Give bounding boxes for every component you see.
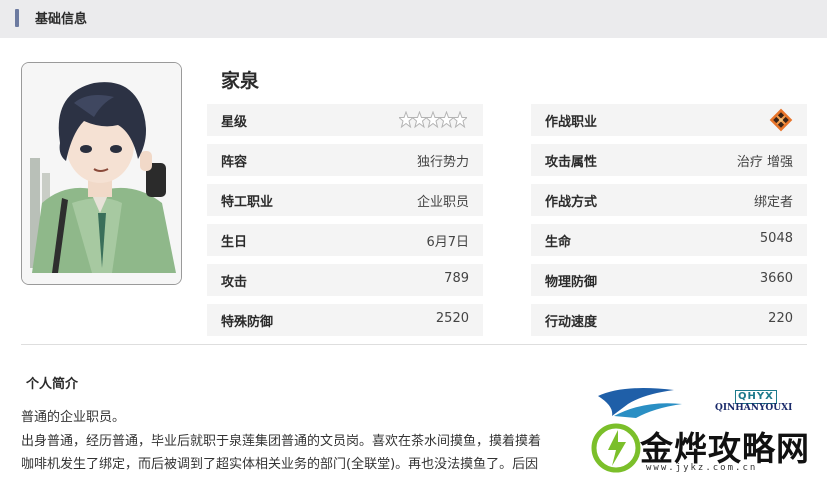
stat-label: 作战职业 — [545, 115, 598, 130]
intro-line: 出身普通，经历普通，毕业后就职于泉莲集团普通的文员岗。喜欢在茶水间摸鱼，摸着摸着 — [21, 434, 542, 449]
stat-label: 特殊防御 — [221, 315, 274, 330]
stat-row-attack: 攻击 789 — [207, 264, 483, 296]
stat-value: 绑定者 — [753, 195, 793, 210]
section-accent-bar — [15, 9, 19, 27]
stat-label: 物理防御 — [545, 275, 598, 290]
character-name: 家泉 — [221, 70, 260, 92]
stat-value: 3660 — [759, 271, 793, 286]
stat-value: 6月7日 — [426, 235, 469, 250]
character-portrait — [21, 62, 182, 285]
stat-row-attack-attribute: 攻击属性 治疗 增强 — [531, 144, 807, 176]
stat-label: 攻击属性 — [545, 155, 598, 170]
watermark-sub-text: QINHANYOUXI — [715, 403, 793, 413]
intro-line: 普通的企业职员。 — [21, 410, 126, 425]
stat-value: 220 — [768, 311, 793, 326]
star-rating-icon — [399, 111, 467, 129]
stat-label: 生日 — [221, 235, 248, 250]
stat-value: 5048 — [759, 231, 793, 246]
stat-row-star: 星级 — [207, 104, 483, 136]
stat-label: 特工职业 — [221, 195, 274, 210]
stat-label: 作战方式 — [545, 195, 598, 210]
stat-value: 独行势力 — [416, 155, 469, 170]
stat-label: 星级 — [221, 115, 248, 130]
stat-row-speed: 行动速度 220 — [531, 304, 807, 336]
stat-row-combat-role: 作战职业 — [531, 104, 807, 136]
stat-row-birthday: 生日 6月7日 — [207, 224, 483, 256]
combat-role-icon — [769, 108, 793, 132]
stat-row-agent-class: 特工职业 企业职员 — [207, 184, 483, 216]
section-divider — [21, 344, 807, 345]
intro-title: 个人简介 — [26, 377, 79, 392]
stat-label: 阵容 — [221, 155, 248, 170]
stat-label: 攻击 — [221, 275, 248, 290]
stat-value: 企业职员 — [416, 195, 469, 210]
stat-row-faction: 阵容 独行势力 — [207, 144, 483, 176]
stat-value: 治疗 增强 — [736, 155, 793, 170]
stat-value: 789 — [444, 271, 469, 286]
watermark-url: www.jykz.com.cn — [646, 463, 758, 473]
stat-row-physical-defense: 物理防御 3660 — [531, 264, 807, 296]
watermark: QHYX QINHANYOUXI 金烨攻略网 www.jykz.com.cn — [584, 380, 827, 479]
section-header: 基础信息 — [0, 0, 827, 38]
watermark-box-text: QHYX — [735, 390, 777, 404]
section-title: 基础信息 — [35, 12, 88, 27]
character-portrait-icon — [22, 63, 181, 284]
intro-line: 咖啡机发生了绑定，而后被调到了超实体相关业务的部门(全联堂)。再也没法摸鱼了。后… — [21, 457, 539, 472]
stat-row-special-defense: 特殊防御 2520 — [207, 304, 483, 336]
stat-row-combat-style: 作战方式 绑定者 — [531, 184, 807, 216]
stat-row-hp: 生命 5048 — [531, 224, 807, 256]
stat-label: 行动速度 — [545, 315, 598, 330]
stat-value: 2520 — [435, 311, 469, 326]
stat-label: 生命 — [545, 235, 572, 250]
